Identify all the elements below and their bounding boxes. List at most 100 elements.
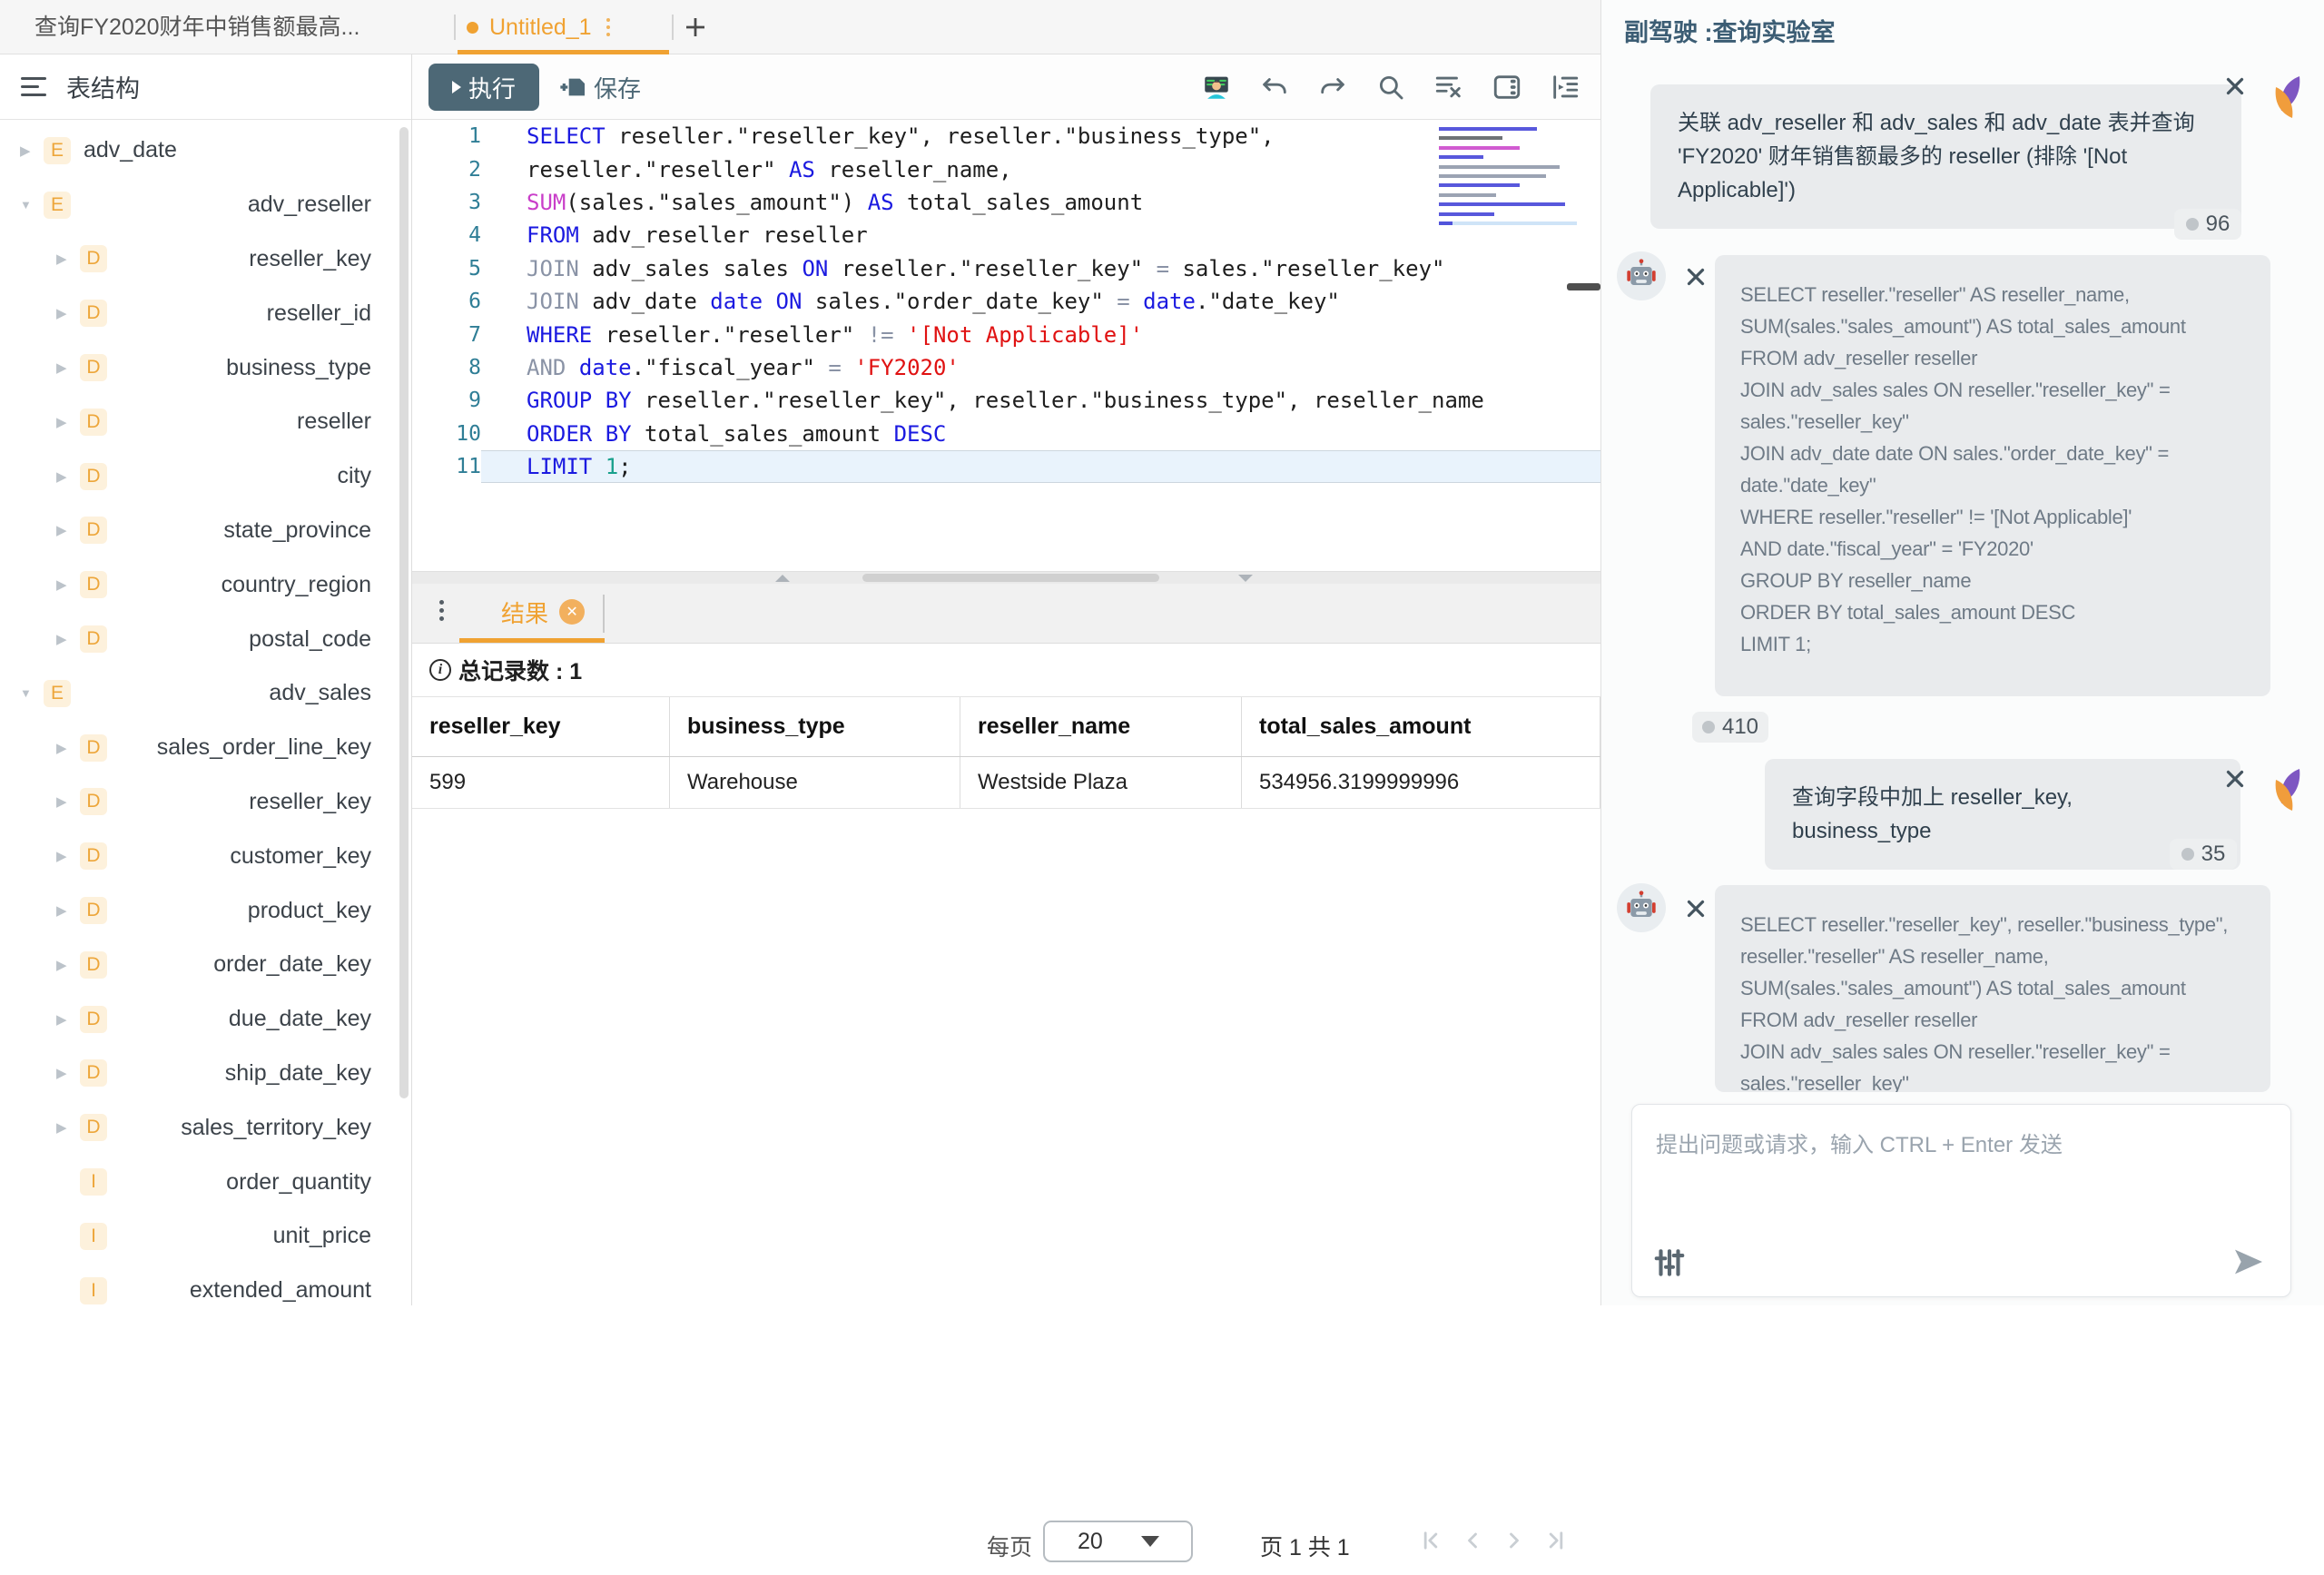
sidebar-scrollbar[interactable] <box>399 127 409 1098</box>
per-page-select[interactable]: 20 <box>1043 1521 1193 1562</box>
collapse-up-icon[interactable] <box>775 575 790 582</box>
next-page-icon[interactable] <box>1502 1528 1527 1553</box>
tab-untitled-1[interactable]: Untitled_1 <box>467 0 614 54</box>
tree-item-order_date_key[interactable]: ▶ Dorder_date_key <box>0 938 411 992</box>
tree-item-label: city <box>337 463 372 489</box>
tree-item-business_type[interactable]: ▶ Dbusiness_type <box>0 340 411 395</box>
code-text: reseller."reseller" AS reseller_name, <box>527 156 1012 182</box>
chevron-right-icon[interactable]: ▶ <box>56 1065 71 1081</box>
collapse-down-icon[interactable] <box>1238 575 1253 582</box>
type-badge-D: D <box>80 1114 107 1142</box>
chevron-right-icon[interactable]: ▶ <box>56 522 71 538</box>
tree-item-reseller_key[interactable]: ▶ Dreseller_key <box>0 775 411 830</box>
type-badge-D: D <box>80 300 107 328</box>
tree-item-sales_territory_key[interactable]: ▶ Dsales_territory_key <box>0 1100 411 1155</box>
new-tab-button[interactable] <box>679 11 712 44</box>
results-tab-underline <box>459 638 605 643</box>
tree-item-country_region[interactable]: ▶ Dcountry_region <box>0 557 411 612</box>
tree-item-label: business_type <box>226 354 371 380</box>
undo-icon[interactable] <box>1259 72 1290 103</box>
chevron-right-icon[interactable]: ▶ <box>56 1011 71 1028</box>
column-header-reseller_name: reseller_name <box>960 697 1242 756</box>
editor-line-11: 11 LIMIT 1; <box>412 449 1600 484</box>
tree-item-extended_amount[interactable]: Iextended_amount <box>0 1264 411 1305</box>
sql-editor[interactable]: 1 SELECT reseller."reseller_key", reselle… <box>412 120 1600 571</box>
send-icon[interactable] <box>2230 1244 2267 1280</box>
info-icon: i <box>429 659 451 681</box>
tab-separator <box>454 15 456 40</box>
chevron-right-icon[interactable]: ▶ <box>56 740 71 756</box>
chevron-right-icon[interactable]: ▶ <box>20 143 34 159</box>
tree-item-adv_reseller[interactable]: ▼ Eadv_reseller <box>0 178 411 232</box>
save-button[interactable]: 保存 <box>559 64 641 111</box>
run-button-label: 执行 <box>468 74 516 103</box>
close-message-icon[interactable] <box>2221 73 2249 100</box>
tree-item-state_province[interactable]: ▶ Dstate_province <box>0 504 411 558</box>
chevron-right-icon[interactable]: ▶ <box>56 631 71 647</box>
search-icon[interactable] <box>1375 72 1406 103</box>
chevron-right-icon[interactable]: ▶ <box>56 848 71 864</box>
tree-item-reseller_key[interactable]: ▶ Dreseller_key <box>0 232 411 287</box>
line-number: 6 <box>468 290 481 314</box>
close-results-icon[interactable]: ✕ <box>559 599 586 625</box>
results-tab[interactable]: 结果 ✕ <box>501 584 586 640</box>
chevron-down-icon[interactable]: ▼ <box>20 686 34 700</box>
tree-item-unit_price[interactable]: Iunit_price <box>0 1209 411 1264</box>
chevron-right-icon[interactable]: ▶ <box>56 1119 71 1136</box>
horizontal-scrollbar[interactable] <box>862 574 1159 582</box>
chevron-right-icon[interactable]: ▶ <box>56 305 71 321</box>
type-badge-D: D <box>80 733 107 762</box>
tree-item-ship_date_key[interactable]: ▶ Dship_date_key <box>0 1047 411 1101</box>
close-message-icon[interactable] <box>2221 765 2249 792</box>
clear-format-icon[interactable] <box>1433 72 1464 103</box>
editor-scroll-handle[interactable] <box>1567 283 1600 290</box>
tree-item-label: extended_amount <box>189 1277 371 1304</box>
last-page-icon[interactable] <box>1543 1528 1569 1553</box>
tree-item-reseller[interactable]: ▶ Dreseller <box>0 395 411 449</box>
editor-line-9: 9 GROUP BY reseller."reseller_key", resel… <box>412 384 1600 417</box>
editor-results-splitter[interactable] <box>412 571 1600 584</box>
tab-query-fy2020[interactable]: 查询FY2020财年中销售额最高... <box>34 0 359 54</box>
close-message-icon[interactable] <box>1682 895 1709 922</box>
tab-menu-icon[interactable] <box>603 15 614 40</box>
tree-item-product_key[interactable]: ▶ Dproduct_key <box>0 883 411 938</box>
chevron-right-icon[interactable]: ▶ <box>56 957 71 973</box>
tree-item-sales_order_line_key[interactable]: ▶ Dsales_order_line_key <box>0 721 411 775</box>
chevron-right-icon[interactable]: ▶ <box>56 902 71 919</box>
tree-item-reseller_id[interactable]: ▶ Dreseller_id <box>0 286 411 340</box>
chat-input[interactable] <box>1632 1105 2290 1241</box>
chevron-right-icon[interactable]: ▶ <box>56 468 71 485</box>
chevron-down-icon[interactable]: ▼ <box>20 198 34 212</box>
tree-item-city[interactable]: ▶ Dcity <box>0 449 411 504</box>
tree-item-order_quantity[interactable]: Iorder_quantity <box>0 1155 411 1209</box>
menu-icon[interactable] <box>21 77 46 96</box>
tree-item-adv_date[interactable]: ▶ Eadv_date <box>0 123 411 178</box>
chevron-right-icon[interactable]: ▶ <box>56 414 71 430</box>
prev-page-icon[interactable] <box>1460 1528 1485 1553</box>
tune-icon[interactable] <box>1652 1245 1687 1280</box>
table-row[interactable]: 599 Warehouse Westside Plaza 534956.3199999… <box>412 757 1600 809</box>
tree-item-adv_sales[interactable]: ▼ Eadv_sales <box>0 666 411 721</box>
chevron-down-icon <box>1140 1536 1159 1547</box>
redo-icon[interactable] <box>1317 72 1348 103</box>
chevron-right-icon[interactable]: ▶ <box>56 359 71 376</box>
code-text: JOIN adv_sales sales ON reseller."resell… <box>527 255 1445 281</box>
indent-icon[interactable] <box>1550 72 1581 103</box>
tree-item-due_date_key[interactable]: ▶ Ddue_date_key <box>0 992 411 1047</box>
results-menu-icon[interactable] <box>436 596 448 625</box>
technologist-icon[interactable] <box>1201 72 1232 103</box>
line-number: 3 <box>468 190 481 214</box>
first-page-icon[interactable] <box>1418 1528 1443 1553</box>
editor-minimap[interactable] <box>1439 127 1577 231</box>
close-message-icon[interactable] <box>1682 263 1709 290</box>
tree-item-postal_code[interactable]: ▶ Dpostal_code <box>0 612 411 666</box>
editor-toolbar-icons <box>1201 54 1581 120</box>
tree-item-customer_key[interactable]: ▶ Dcustomer_key <box>0 829 411 883</box>
line-number: 9 <box>468 389 481 413</box>
chevron-right-icon[interactable]: ▶ <box>56 793 71 810</box>
chevron-right-icon[interactable]: ▶ <box>56 576 71 593</box>
panel-icon[interactable] <box>1492 72 1522 103</box>
line-number: 7 <box>468 322 481 347</box>
run-button[interactable]: 执行 <box>428 64 539 111</box>
chevron-right-icon[interactable]: ▶ <box>56 251 71 267</box>
